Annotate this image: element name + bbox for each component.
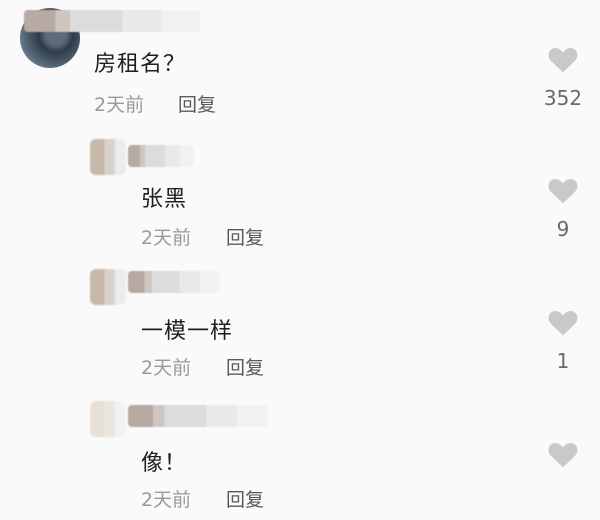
comment-text: 一模一样: [141, 319, 234, 344]
comment-time: 2天前: [141, 227, 192, 249]
comment-time: 2天前: [141, 357, 192, 379]
comment-time: 2天前: [94, 94, 145, 116]
like-count: 1: [556, 349, 570, 373]
heart-icon: [548, 310, 578, 336]
avatar[interactable]: [90, 401, 126, 437]
comment-text: 像！: [141, 451, 188, 476]
like-button[interactable]: 1: [533, 307, 593, 373]
avatar[interactable]: [90, 139, 126, 175]
comment-time: 2天前: [141, 489, 192, 511]
username-blurred[interactable]: [24, 10, 200, 32]
comment-1: 房租名？ 2天前 回复 352: [0, 0, 600, 125]
comment-2: 张黑 2天前 回复 9: [0, 125, 600, 257]
reply-button[interactable]: 回复: [226, 485, 264, 512]
reply-button[interactable]: 回复: [178, 90, 216, 117]
comment-text: 房租名？: [94, 52, 187, 77]
username-blurred[interactable]: [128, 405, 268, 427]
heart-icon: [548, 47, 578, 73]
comment-4: 像！ 2天前 回复: [0, 389, 600, 520]
avatar[interactable]: [90, 269, 126, 305]
like-count: 352: [543, 86, 583, 110]
username-blurred[interactable]: [128, 271, 220, 293]
heart-icon: [548, 442, 578, 468]
like-button[interactable]: [533, 439, 593, 481]
like-button[interactable]: 9: [533, 175, 593, 241]
username-blurred[interactable]: [128, 145, 194, 167]
like-button[interactable]: 352: [533, 44, 593, 110]
like-count: 9: [556, 217, 570, 241]
reply-button[interactable]: 回复: [226, 353, 264, 380]
comment-text: 张黑: [141, 187, 188, 212]
reply-button[interactable]: 回复: [226, 223, 264, 250]
comment-3: 一模一样 2天前 回复 1: [0, 257, 600, 389]
heart-icon: [548, 178, 578, 204]
